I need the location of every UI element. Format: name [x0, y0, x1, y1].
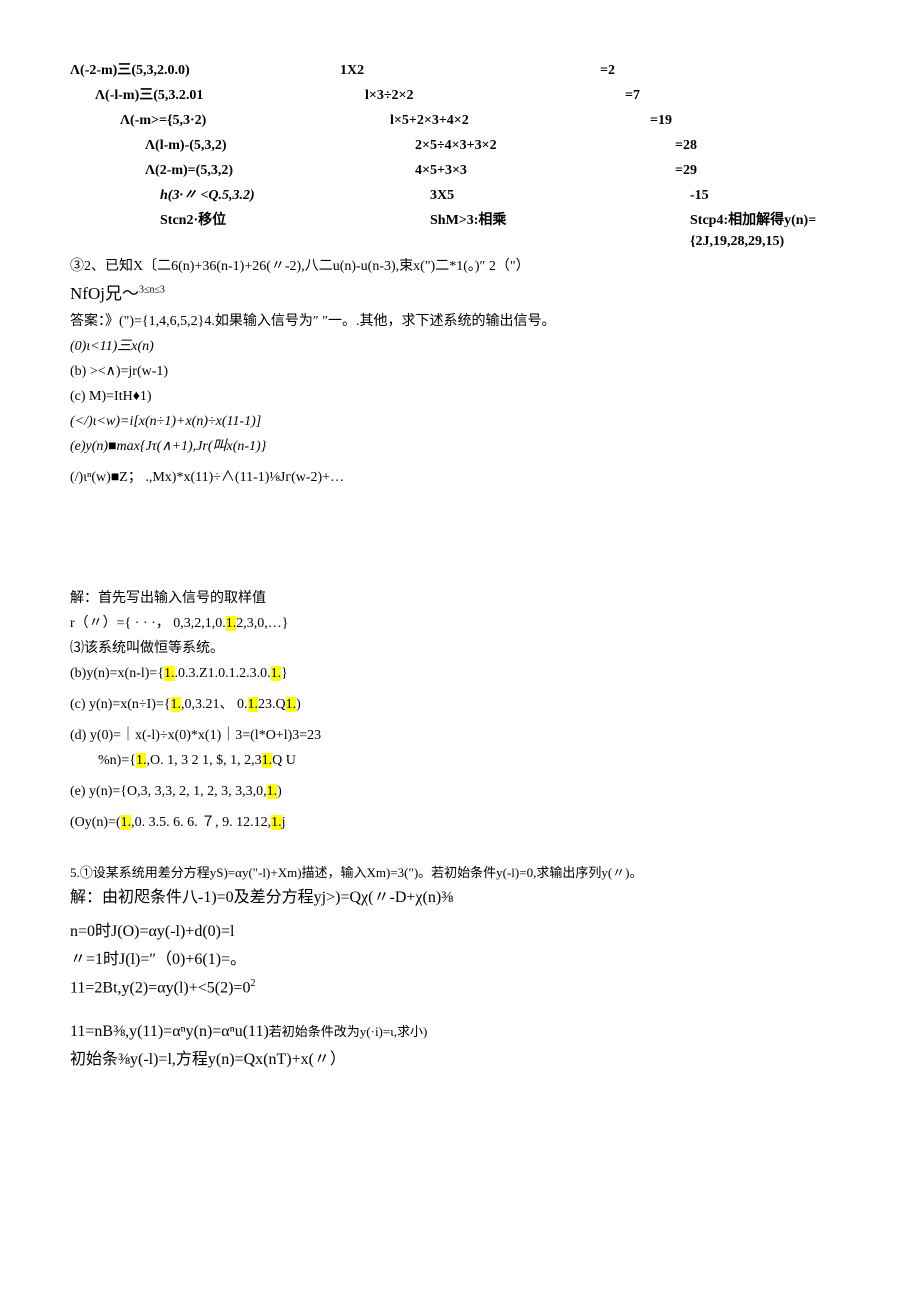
- text-line: (/)ιⁿ(w)■Z； .,Mx)*x(11)÷∧(11-1)⅛Jг(w-2)+…: [70, 467, 850, 488]
- highlight: 1.: [121, 815, 132, 830]
- cell: =7: [625, 85, 850, 106]
- text-line: (0)ι<11)三x(n): [70, 336, 850, 357]
- text-line: 解：由初咫条件八-1)=0及差分方程yj>)=Qχ(〃-D+χ(n)⅜: [70, 886, 850, 910]
- cell: =2: [600, 60, 850, 81]
- cell: Λ(-l-m)三(5,3.2.01: [70, 85, 365, 106]
- text: r（〃）={ · · ·， 0,3,2,1,0.: [70, 616, 226, 631]
- table-row: Λ(l-m)-(5,3,2) 2×5÷4×3+3×2 =28: [70, 135, 850, 156]
- text: (e) y(n)={O,3, 3,3, 2, 1, 2, 3, 3,3,0,: [70, 784, 267, 799]
- cell: Λ(2-m)=(5,3,2): [70, 160, 415, 181]
- text-line: (e)y(n)■max{Jτ(∧+1),Jr(叫x(n-1)}: [70, 436, 850, 457]
- cell: l×3÷2×2: [365, 85, 625, 106]
- highlight: 1.: [226, 616, 237, 631]
- text-line: (d) y(0)=｜x(-l)÷x(0)*x(1)｜3=(l*O+l)3=23: [70, 725, 850, 746]
- highlight: 1.: [164, 666, 175, 681]
- highlight: 1.: [271, 666, 282, 681]
- text-line: 5.①设某系统用差分方程yS)=αy("-l)+Xm)描述，输入Xm)=3(")…: [70, 863, 850, 883]
- highlight: 1.: [248, 697, 259, 712]
- superscript: 2: [250, 978, 255, 989]
- table-row: Λ(2-m)=(5,3,2) 4×5+3×3 =29: [70, 160, 850, 181]
- text-line: 初始条⅜y(-l)=l,方程y(n)=Qx(nT)+x(〃）: [70, 1048, 850, 1072]
- text-line: ⑶该系统叫做恒等系统。: [70, 638, 850, 659]
- text-line: r（〃）={ · · ·， 0,3,2,1,0.1.2,3,0,…}: [70, 613, 850, 634]
- text-line: ③2、已知X〔二6(n)+36(n-1)+26(〃-2),八二u(n)-u(n-…: [70, 256, 850, 277]
- cell: 2×5÷4×3+3×2: [415, 135, 675, 156]
- text: (Oy(n)=(: [70, 815, 121, 830]
- text-line: n=0时J(O)=αy(-l)+d(0)=l: [70, 920, 850, 944]
- cell: ShM>3:相乘: [430, 210, 690, 252]
- cell: -15: [690, 185, 850, 206]
- text-line: 11=nB⅜,y(11)=αⁿy(n)=αⁿu(11)若初始条件改为y(·i)=…: [70, 1020, 850, 1044]
- text: ): [277, 784, 282, 799]
- text: 11=2Bt,y(2)=αy(l)+<5(2)=0: [70, 979, 250, 996]
- text: ,0,3.21、 0.: [181, 697, 248, 712]
- highlight: 1.: [271, 815, 282, 830]
- table-row: Λ(-l-m)三(5,3.2.01 l×3÷2×2 =7: [70, 85, 850, 106]
- text-line: NfOj兄～3≤n≤3: [70, 281, 850, 307]
- cell: Stcn2·移位: [70, 210, 430, 252]
- highlight: 1.: [286, 697, 297, 712]
- table-row: Λ(-2-m)三(5,3,2.0.0) 1X2 =2: [70, 60, 850, 81]
- text: .0.3.Z1.0.1.2.3.0.: [175, 666, 271, 681]
- highlight: 1.: [267, 784, 278, 799]
- cell: Stcp4:相加解得y(n)={2J,19,28,29,15): [690, 210, 850, 252]
- cell: 4×5+3×3: [415, 160, 675, 181]
- text: j: [282, 815, 286, 830]
- text-line: (b)y(n)=x(n-l)={1..0.3.Z1.0.1.2.3.0.1.}: [70, 663, 850, 684]
- text: 2,3,0,…}: [236, 616, 288, 631]
- cell: =19: [650, 110, 850, 131]
- highlight: 1.: [171, 697, 182, 712]
- text: ): [296, 697, 301, 712]
- table-row: Stcn2·移位 ShM>3:相乘 Stcp4:相加解得y(n)={2J,19,…: [70, 210, 850, 252]
- text: Q U: [272, 753, 296, 768]
- cell: =28: [675, 135, 850, 156]
- label: NfOj兄～: [70, 284, 139, 303]
- highlight: 1.: [262, 753, 273, 768]
- cell: h(3·〃 <Q.5,3.2): [70, 185, 430, 206]
- text-line: 〃=1时J(l)=″（0)+6(1)=。: [70, 948, 850, 972]
- text-line: (c) y(n)=x(n÷I)={1.,0,3.21、 0.1.23.Q1.): [70, 694, 850, 715]
- solution-header: 解：首先写出输入信号的取样值: [70, 588, 850, 609]
- cell: Λ(-2-m)三(5,3,2.0.0): [70, 60, 340, 81]
- cell: 1X2: [340, 60, 600, 81]
- text-line: (b) ><∧)=jr(w-1): [70, 361, 850, 382]
- text: ,0. 3.5. 6. 6. ７, 9. 12.12,: [131, 815, 271, 830]
- cell: l×5+2×3+4×2: [390, 110, 650, 131]
- cell: Λ(-m>={5,3·2): [70, 110, 390, 131]
- text-line: (c) M)=ItH♦1): [70, 386, 850, 407]
- text-line: %n)={1.,O. 1, 3 2 1, $, 1, 2,31.Q U: [70, 750, 850, 771]
- cell: Λ(l-m)-(5,3,2): [70, 135, 415, 156]
- text: ,O. 1, 3 2 1, $, 1, 2,3: [146, 753, 261, 768]
- text: 若初始条件改为y(·i)=ι,求小): [269, 1024, 428, 1039]
- highlight: 1.: [136, 753, 147, 768]
- text: }: [281, 666, 288, 681]
- text-line: 11=2Bt,y(2)=αy(l)+<5(2)=02: [70, 976, 850, 1000]
- table-row: h(3·〃 <Q.5,3.2) 3X5 -15: [70, 185, 850, 206]
- text-line: (</)ι<w)=i[x(n÷1)+x(n)÷x(11-1)]: [70, 411, 850, 432]
- text: (b)y(n)=x(n-l)={: [70, 666, 164, 681]
- cell: 3X5: [430, 185, 690, 206]
- superscript: 3≤n≤3: [139, 284, 165, 295]
- text-line: (e) y(n)={O,3, 3,3, 2, 1, 2, 3, 3,3,0,1.…: [70, 781, 850, 802]
- table-section: Λ(-2-m)三(5,3,2.0.0) 1X2 =2 Λ(-l-m)三(5,3.…: [70, 60, 850, 252]
- cell: =29: [675, 160, 850, 181]
- text-line: (Oy(n)=(1.,0. 3.5. 6. 6. ７, 9. 12.12,1.j: [70, 812, 850, 833]
- table-row: Λ(-m>={5,3·2) l×5+2×3+4×2 =19: [70, 110, 850, 131]
- text: (c) y(n)=x(n÷I)={: [70, 697, 171, 712]
- text-line: 答案：》(")={1,4,6,5,2}4.如果输入信号为″ ″一。.其他，求下述…: [70, 311, 850, 332]
- text: 11=nB⅜,y(11)=αⁿy(n)=αⁿu(11): [70, 1023, 269, 1040]
- text: %n)={: [98, 753, 136, 768]
- text: 23.Q: [258, 697, 286, 712]
